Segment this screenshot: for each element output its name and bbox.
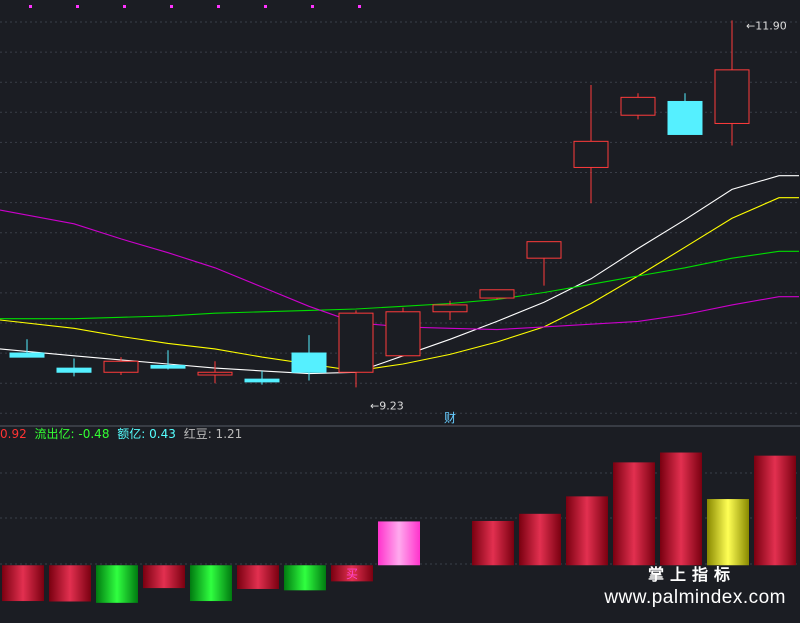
top-marker <box>76 5 79 8</box>
indicator-bar <box>49 565 91 602</box>
indicator-bar <box>660 452 702 566</box>
candle <box>714 20 750 146</box>
info-value-amount: 额亿: 0.43 <box>117 427 176 441</box>
candle <box>56 358 92 377</box>
top-marker <box>123 5 126 8</box>
candle-body <box>197 371 233 376</box>
info-value-redbean: 红豆: 1.21 <box>183 427 243 441</box>
candle <box>620 93 656 120</box>
indicator-bar <box>472 520 514 566</box>
indicator-bar <box>96 565 138 603</box>
top-marker <box>358 5 361 8</box>
candle-body <box>526 241 562 259</box>
top-marker <box>170 5 173 8</box>
candle-body <box>667 100 703 135</box>
indicator-bar <box>378 521 420 566</box>
candle <box>479 289 515 300</box>
buy-marker: 买 <box>346 567 358 581</box>
candle-body <box>714 69 750 124</box>
candle <box>9 339 45 358</box>
chart-canvas: ←11.90 ←9.23 财买 <box>0 5 800 603</box>
candle-body <box>479 289 515 299</box>
candle <box>385 307 421 357</box>
candle <box>526 241 562 286</box>
indicator-info-bar: 0.92 流出亿: -0.48 额亿: 0.43 红豆: 1.21 <box>0 426 246 442</box>
candle-body <box>385 311 421 357</box>
indicator-bar <box>284 565 326 591</box>
candle-body <box>103 360 139 373</box>
indicator-bar <box>2 565 44 602</box>
candle <box>197 361 233 384</box>
candle <box>667 93 703 135</box>
candle-body <box>56 367 92 373</box>
candle-body <box>620 96 656 116</box>
price-label: ←9.23 <box>370 399 404 412</box>
finance-marker: 财 <box>444 411 456 425</box>
candle <box>573 84 609 204</box>
candle <box>103 357 139 376</box>
price-label: ←11.90 <box>746 19 787 32</box>
indicator-bar <box>613 462 655 566</box>
ma-line-3 <box>0 250 799 320</box>
indicator-bar <box>190 565 232 602</box>
top-marker <box>264 5 267 8</box>
watermark: 掌上指标 www.palmindex.com <box>604 561 786 609</box>
indicator-bar <box>143 565 185 589</box>
top-marker <box>217 5 220 8</box>
candle-body <box>244 378 280 383</box>
candle-body <box>9 352 45 358</box>
candle-body <box>291 352 327 373</box>
top-marker <box>29 5 32 8</box>
candle-body <box>150 364 186 369</box>
indicator-bar <box>754 455 796 566</box>
candle <box>338 310 374 388</box>
info-value-outflow: 流出亿: -0.48 <box>34 427 110 441</box>
info-value-net: 0.92 <box>0 427 27 441</box>
watermark-url: www.palmindex.com <box>604 587 786 608</box>
candlesticks <box>9 20 750 388</box>
watermark-cn: 掌上指标 <box>647 567 736 584</box>
candle <box>244 370 280 385</box>
indicator-bar <box>237 565 279 589</box>
candle-body <box>338 312 374 373</box>
candle-body <box>573 140 609 168</box>
top-marker <box>311 5 314 8</box>
indicator-bar <box>519 513 561 566</box>
indicator-bar <box>566 496 608 566</box>
candle-body <box>432 304 468 313</box>
indicator-bar <box>707 499 749 566</box>
